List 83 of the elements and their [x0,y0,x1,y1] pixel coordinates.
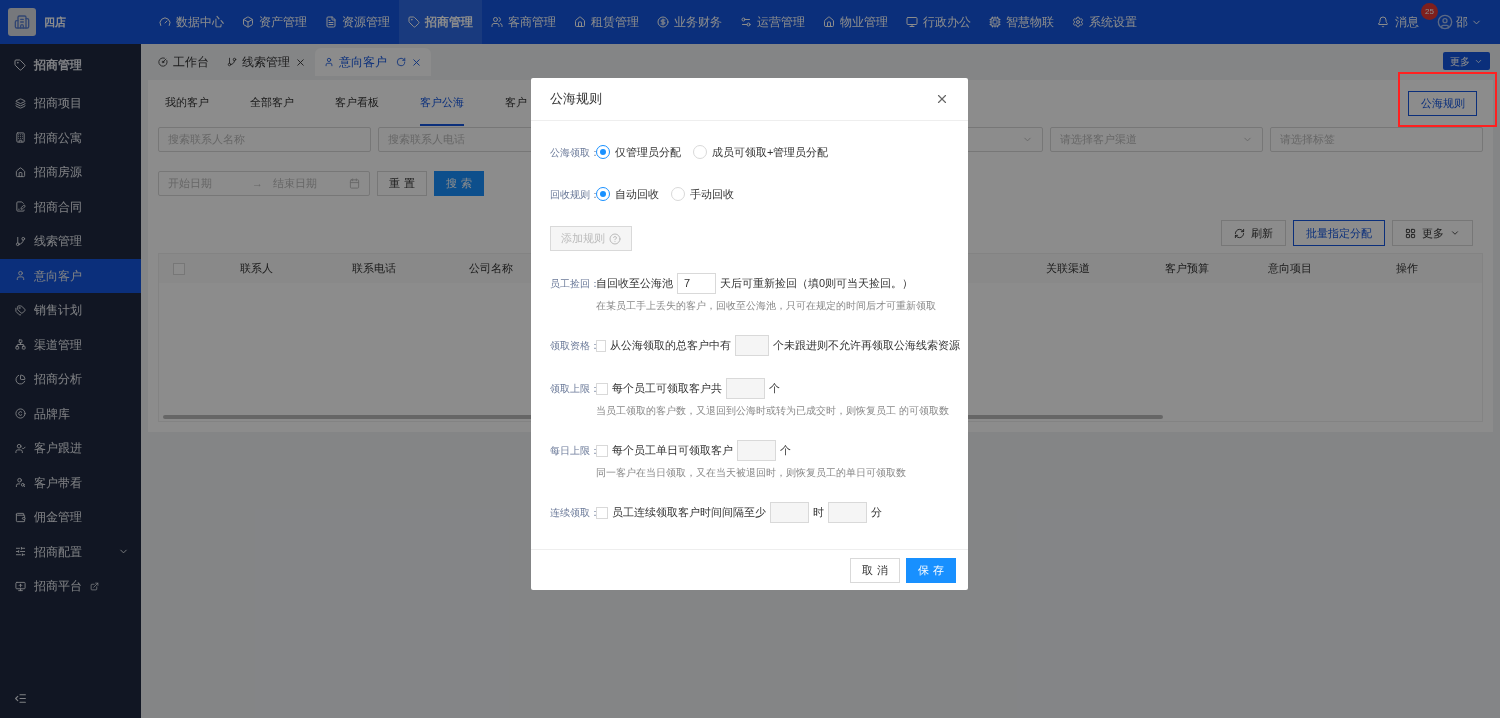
reset-button[interactable]: 重 置 [377,171,427,196]
column-header: 公司名称 [467,261,514,277]
page-tab[interactable]: 线索管理 [218,48,315,76]
nav-item[interactable]: 招商管理 [399,0,482,44]
sidebar-item[interactable]: 招商平台 [0,569,141,604]
form-label: 员工捡回： [550,277,596,291]
sidebar-item[interactable]: 客户跟进 [0,431,141,466]
user-name[interactable]: 邵 [1456,13,1468,31]
nav-item[interactable]: 租赁管理 [565,0,648,44]
form-text: 自回收至公海池 [596,276,673,292]
customer-tab[interactable]: 客户 [505,80,527,126]
more-actions-button[interactable]: 更多 [1392,220,1473,246]
column-header: 意向项目 [1266,261,1313,277]
sidebar-title: 招商管理 [34,57,82,74]
column-header: 操作 [1395,261,1419,277]
sidebar-item[interactable]: 招商公寓 [0,120,141,155]
nav-item[interactable]: 运营管理 [731,0,814,44]
hint-text: 当员工领取的客户数，又退回到公海时或转为已成交时，则恢复员工 的可领取数 [596,404,950,418]
messages-link[interactable]: 消息 [1395,13,1419,31]
sidebar-item[interactable]: 招商项目 [0,86,141,121]
more-button[interactable]: 更多 [1443,52,1490,70]
form-text: 时 [813,505,824,521]
sidebar-item[interactable]: 招商房源 [0,155,141,190]
dialog-title: 公海规则 [550,90,602,109]
batch-assign-button[interactable]: 批量指定分配 [1293,220,1385,246]
sidebar-item[interactable]: 招商配置 [0,534,141,569]
sidebar-item[interactable]: 品牌库 [0,396,141,431]
radio-label: 自动回收 [615,186,659,202]
nav-item[interactable]: 资源管理 [316,0,399,44]
page-tab[interactable]: 意向客户 [315,48,431,76]
nav-item[interactable]: 系统设置 [1063,0,1146,44]
radio-label: 手动回收 [690,186,734,202]
column-header: 关联渠道 [1045,261,1091,277]
form-text: 个 [780,443,791,459]
column-header: 联系电话 [350,261,397,277]
form-text: 天后可重新捡回（填0则可当天捡回。） [720,276,914,292]
sidebar-item[interactable]: 招商分析 [0,362,141,397]
search-button[interactable]: 搜 索 [434,171,484,196]
form-text: 员工连续领取客户时间间隔至少 [612,505,766,521]
nav-item[interactable]: 业务财务 [648,0,731,44]
sidebar-item[interactable]: 招商合同 [0,189,141,224]
sidebar-item[interactable]: 渠道管理 [0,327,141,362]
column-header: 客户预算 [1164,261,1210,277]
form-label: 领取上限： [550,382,596,396]
range-arrow: → [252,176,263,192]
customer-tab[interactable]: 我的客户 [165,80,209,126]
sidebar-item[interactable]: 线索管理 [0,224,141,259]
customer-tab[interactable]: 客户公海 [420,80,464,126]
form-text: 分 [871,505,882,521]
nav-item[interactable]: 行政办公 [897,0,980,44]
save-button[interactable]: 保 存 [906,557,956,583]
refresh-button[interactable]: 刷新 [1221,220,1286,246]
sea-rules-button[interactable]: 公海规则 [1408,90,1477,116]
nav-item[interactable]: 物业管理 [814,0,897,44]
sidebar-item[interactable]: 意向客户 [0,258,141,293]
hint-text: 同一客户在当日领取，又在当天被退回时，则恢复员工的单日可领取数 [596,466,907,480]
form-label: 每日上限： [550,444,596,458]
notification-badge: 25 [1421,3,1438,20]
customer-tab[interactable]: 客户看板 [335,80,379,126]
form-text: 每个员工单日可领取客户 [612,443,733,459]
number-input[interactable]: 7 [677,273,716,294]
form-text: 从公海领取的总客户中有 [610,338,731,354]
sidebar-item[interactable]: 佣金管理 [0,500,141,535]
form-label: 领取资格： [550,339,596,353]
page-tab[interactable]: 工作台 [149,48,218,76]
column-header: 联系人 [239,261,274,277]
nav-item[interactable]: 客商管理 [482,0,565,44]
form-text: 个未跟进则不允许再领取公海线索资源 [773,338,960,354]
radio-label: 成员可领取+管理员分配 [712,144,829,160]
radio-label: 仅管理员分配 [615,144,681,160]
form-label: 连续领取： [550,506,596,520]
cancel-button[interactable]: 取 消 [850,557,900,583]
sidebar-item[interactable]: 销售计划 [0,293,141,328]
nav-item[interactable]: 数据中心 [150,0,233,44]
nav-item[interactable]: 资产管理 [233,0,316,44]
sidebar-item[interactable]: 客户带看 [0,465,141,500]
hint-text: 在某员工手上丢失的客户，回收至公海池，只可在规定的时间后才可重新领取 [596,299,937,313]
nav-item[interactable]: 智慧物联 [980,0,1063,44]
store-name: 四店 [44,14,66,30]
form-label: 回收规则： [550,187,596,202]
form-text: 每个员工可领取客户共 [612,381,722,397]
customer-tab[interactable]: 全部客户 [250,80,294,126]
form-text: 个 [769,381,780,397]
